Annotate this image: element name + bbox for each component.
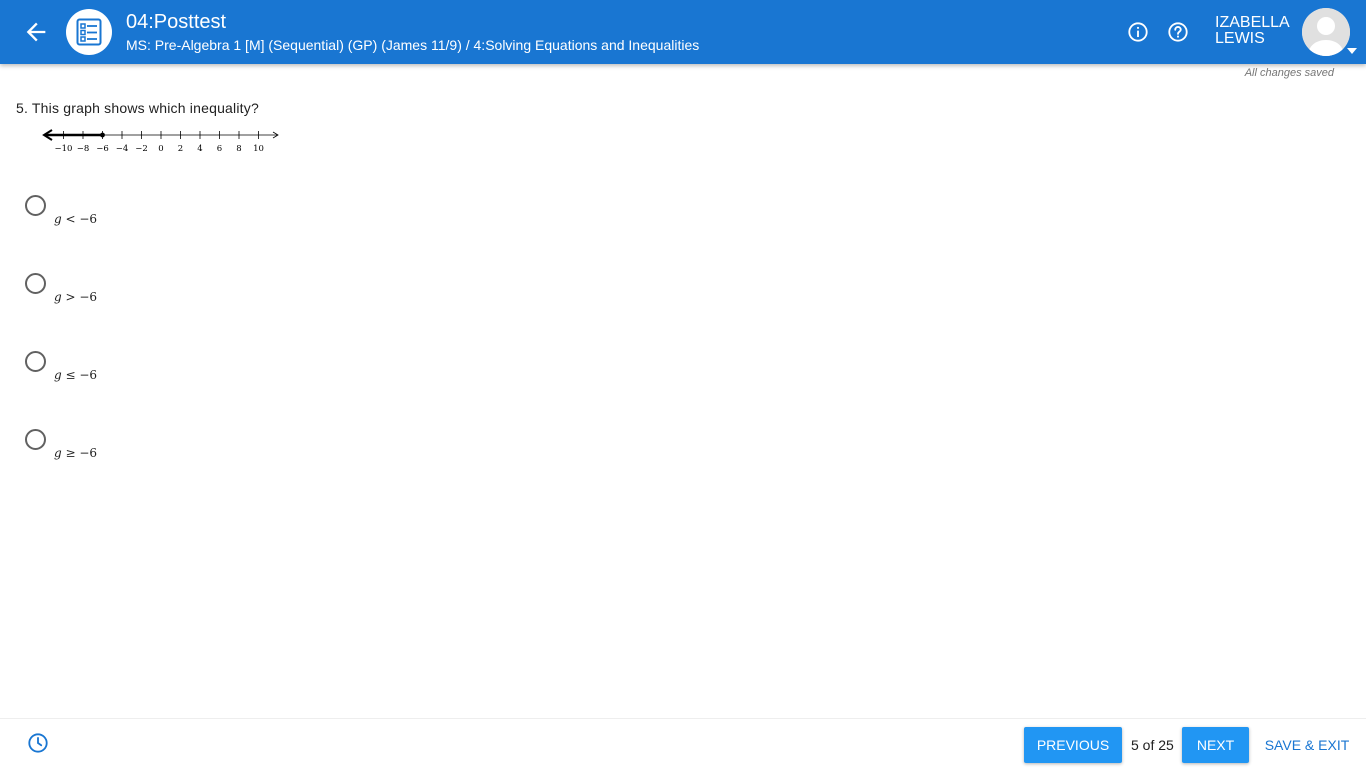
choice-inequality: ≤ −6 (61, 368, 98, 382)
checklist-icon (76, 18, 102, 46)
choice-label: g > −6 (54, 290, 97, 304)
choice-inequality: ≥ −6 (61, 446, 98, 460)
choice-inequality: > −6 (61, 290, 98, 304)
help-icon (1168, 22, 1188, 42)
previous-button[interactable]: PREVIOUS (1024, 727, 1122, 763)
chevron-down-icon[interactable] (1347, 48, 1357, 54)
answer-choice-3[interactable]: g ≤ −6 (25, 351, 225, 391)
radio-button[interactable] (25, 195, 46, 216)
tick-label: 0 (158, 144, 163, 154)
next-button[interactable]: NEXT (1182, 727, 1249, 763)
choice-inequality: < −6 (61, 212, 98, 226)
user-avatar-icon (1302, 8, 1350, 56)
app-header: 04:Posttest MS: Pre-Algebra 1 [M] (Seque… (0, 0, 1366, 64)
user-name: IZABELLA LEWIS (1215, 15, 1290, 47)
choice-label: g ≥ −6 (54, 446, 97, 460)
choice-label: g ≤ −6 (54, 368, 97, 382)
tick-label: −2 (135, 144, 148, 154)
choice-label: g < −6 (54, 212, 97, 226)
tick-label: 8 (236, 144, 241, 154)
tick-label: 2 (178, 144, 183, 154)
choice-variable: g (54, 212, 62, 226)
avatar[interactable] (1302, 8, 1350, 56)
tick-label: −10 (55, 144, 73, 154)
save-exit-button[interactable]: SAVE & EXIT (1257, 727, 1357, 763)
tick-label: 10 (253, 144, 264, 154)
arrow-left-icon (26, 22, 46, 42)
back-button[interactable] (22, 18, 50, 46)
number-line-graph: −10 −8 −6 −4 −2 0 2 4 6 8 10 (42, 129, 279, 154)
page-title: 04:Posttest (126, 11, 227, 33)
radio-button[interactable] (25, 273, 46, 294)
answer-choice-4[interactable]: g ≥ −6 (25, 429, 225, 469)
answer-choice-2[interactable]: g > −6 (25, 273, 225, 313)
timer-button[interactable] (27, 732, 49, 754)
tick-label: −8 (77, 144, 90, 154)
tick-label: −4 (116, 144, 129, 154)
tick-label: 6 (217, 144, 222, 154)
info-icon (1128, 22, 1148, 42)
assignment-logo (66, 9, 112, 55)
choice-variable: g (54, 446, 62, 460)
save-status: All changes saved (1244, 67, 1334, 79)
radio-button[interactable] (25, 351, 46, 372)
choice-variable: g (54, 290, 62, 304)
tick-label: −6 (96, 144, 109, 154)
help-button[interactable] (1167, 21, 1189, 43)
user-first-name: IZABELLA (1215, 14, 1290, 31)
course-breadcrumb: MS: Pre-Algebra 1 [M] (Sequential) (GP) … (126, 37, 700, 53)
info-button[interactable] (1127, 21, 1149, 43)
tick-label: 4 (197, 144, 202, 154)
question-text: 5. This graph shows which inequality? (16, 100, 259, 116)
closed-point (100, 132, 105, 138)
answer-choice-1[interactable]: g < −6 (25, 195, 225, 235)
radio-button[interactable] (25, 429, 46, 450)
choice-variable: g (54, 368, 62, 382)
clock-icon (28, 733, 48, 753)
user-last-name: LEWIS (1215, 30, 1265, 47)
page-counter: 5 of 25 (1131, 737, 1174, 753)
footer-bar: PREVIOUS 5 of 25 NEXT SAVE & EXIT (0, 718, 1366, 768)
